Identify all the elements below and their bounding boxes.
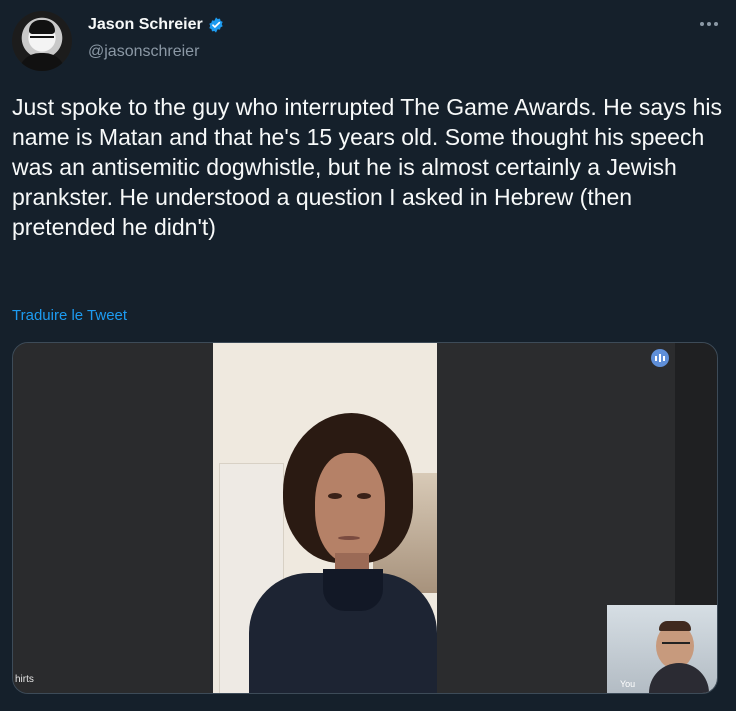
left-participant-label: hirts [15, 674, 34, 685]
more-dot [714, 22, 718, 26]
participant-face [315, 453, 385, 563]
avatar-hair [29, 20, 55, 34]
more-dot [700, 22, 704, 26]
self-hair [659, 621, 691, 631]
tweet-video[interactable]: hirts You [12, 342, 718, 694]
participant-video [213, 343, 437, 693]
more-options-icon[interactable] [698, 13, 720, 35]
more-dot [707, 22, 711, 26]
tweet-text: Just spoke to the guy who interrupted Th… [12, 94, 729, 240]
verified-badge-icon [209, 17, 223, 33]
participant-eye-left [328, 493, 342, 499]
self-shirt [649, 663, 709, 693]
author-handle[interactable]: @jasonschreier [88, 43, 199, 61]
audio-indicator-icon[interactable] [651, 349, 669, 367]
self-glasses [662, 642, 690, 649]
author-name-label: Jason Schreier [88, 16, 203, 33]
participant-collar [323, 569, 383, 611]
participant-mouth [338, 536, 360, 540]
participant-eye-right [357, 493, 371, 499]
video-tile-left [13, 343, 213, 693]
translate-tweet-link[interactable]: Traduire le Tweet [12, 307, 127, 324]
self-view-tile: You [607, 605, 717, 693]
self-view-label: You [620, 679, 636, 689]
avatar-glasses [30, 36, 54, 43]
author-avatar[interactable] [12, 11, 72, 71]
author-name[interactable]: Jason Schreier [88, 16, 225, 34]
avatar-shirt [18, 53, 66, 71]
